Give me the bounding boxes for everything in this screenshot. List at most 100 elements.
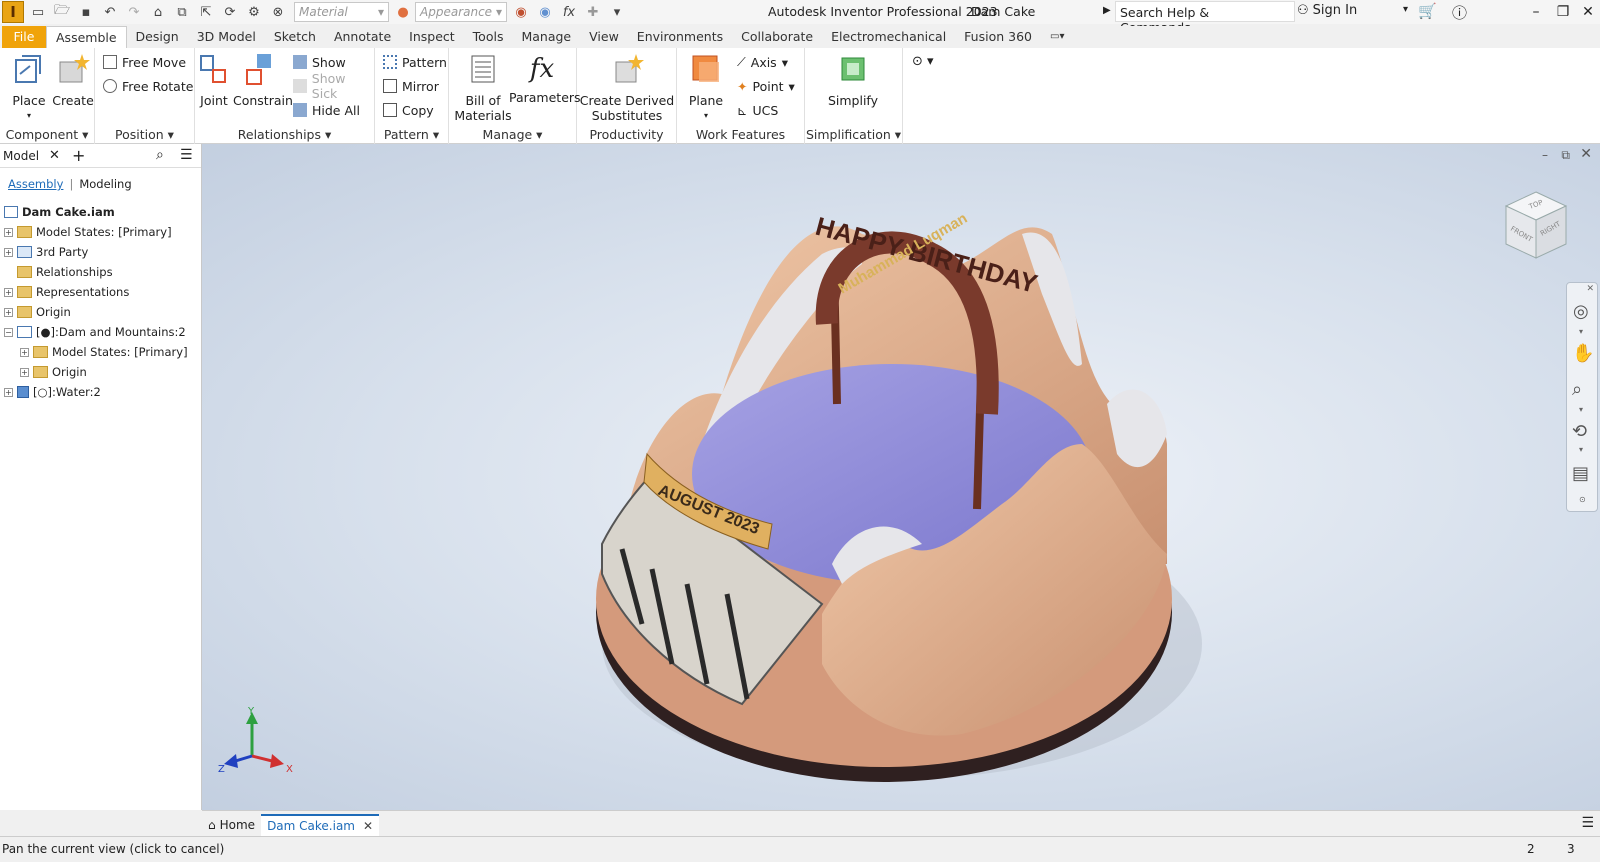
- expand-icon[interactable]: +: [4, 247, 13, 257]
- navbar-customize-icon[interactable]: ⊙: [1579, 495, 1586, 504]
- tab-fusion-360[interactable]: Fusion 360: [955, 26, 1041, 48]
- home-icon[interactable]: ⌂: [148, 3, 168, 21]
- tree-item[interactable]: + Model States: [Primary]: [0, 342, 201, 362]
- assembly-link[interactable]: Assembly: [8, 177, 63, 191]
- cancel-circle-icon[interactable]: ⊗: [268, 3, 288, 21]
- chevron-down-icon[interactable]: ▾: [1579, 327, 1583, 336]
- material-dropdown[interactable]: Material ▾: [294, 2, 389, 22]
- close-icon[interactable]: ✕: [49, 148, 60, 163]
- steering-wheel-icon[interactable]: ◎: [1573, 301, 1589, 322]
- point-button[interactable]: ✦ Point ▾: [737, 76, 795, 96]
- projects-icon[interactable]: ⧉: [172, 3, 192, 21]
- options-dropdown-icon[interactable]: ⊙ ▾: [912, 54, 934, 69]
- tab-manage[interactable]: Manage: [512, 26, 580, 48]
- undo-icon[interactable]: ↶: [100, 3, 120, 21]
- simplification-panel-label[interactable]: Simplification ▾: [805, 127, 902, 142]
- clear-appearance-icon[interactable]: ◉: [535, 3, 555, 21]
- save-icon[interactable]: ▪: [76, 3, 96, 21]
- new-file-icon[interactable]: ▭: [28, 3, 48, 21]
- browser-tab-model[interactable]: Model: [3, 149, 39, 163]
- create-derived-substitutes-button[interactable]: Create Derived Substitutes: [577, 52, 677, 123]
- tab-environments[interactable]: Environments: [628, 26, 732, 48]
- ribbon-options-icon[interactable]: ▭▾: [1041, 26, 1073, 48]
- redo-icon[interactable]: ↷: [124, 3, 144, 21]
- tree-item[interactable]: +3rd Party: [0, 242, 201, 262]
- appearance-dropdown[interactable]: Appearance ▾: [415, 2, 507, 22]
- parameters-button[interactable]: fx Parameters: [509, 52, 581, 105]
- free-rotate-button[interactable]: Free Rotate: [103, 76, 193, 96]
- copy-button[interactable]: Copy: [383, 100, 434, 120]
- tab-3d-model[interactable]: 3D Model: [188, 26, 265, 48]
- update-icon[interactable]: ⟳: [220, 3, 240, 21]
- graphics-viewport[interactable]: – ⧉ ✕ AUGUST 2023 HAPPY BIRTHDAY Muhamma…: [202, 144, 1600, 810]
- bill-of-materials-button[interactable]: Bill of Materials: [453, 52, 513, 123]
- tab-sketch[interactable]: Sketch: [265, 26, 325, 48]
- expand-icon[interactable]: +: [4, 307, 13, 317]
- create-button[interactable]: Create: [52, 52, 94, 108]
- position-panel-label[interactable]: Position ▾: [95, 127, 194, 142]
- tab-menu-icon[interactable]: ☰: [1581, 815, 1594, 831]
- tab-design[interactable]: Design: [127, 26, 188, 48]
- menu-icon[interactable]: ☰: [180, 147, 193, 163]
- expand-icon[interactable]: +: [20, 367, 29, 377]
- search-input[interactable]: Search Help & Commands...: [1115, 1, 1295, 35]
- plane-button[interactable]: Plane ▾: [681, 52, 731, 123]
- pattern-button[interactable]: Pattern: [383, 52, 447, 72]
- select-icon[interactable]: ⇱: [196, 3, 216, 21]
- close-icon[interactable]: ✕: [1578, 2, 1598, 22]
- home-tab[interactable]: ⌂ Home: [202, 814, 261, 836]
- view-cube[interactable]: TOP FRONT RIGHT: [1500, 186, 1572, 266]
- look-at-icon[interactable]: ▤: [1572, 463, 1589, 484]
- show-sick-button[interactable]: Show Sick: [293, 71, 374, 101]
- tab-view[interactable]: View: [580, 26, 628, 48]
- navbar-close-icon[interactable]: ✕: [1586, 284, 1594, 294]
- mirror-button[interactable]: Mirror: [383, 76, 439, 96]
- inventor-logo[interactable]: I: [2, 1, 24, 23]
- search-icon[interactable]: ⌕: [156, 147, 164, 163]
- manage-panel-label[interactable]: Manage ▾: [449, 127, 576, 142]
- tab-tools[interactable]: Tools: [464, 26, 513, 48]
- expand-icon[interactable]: +: [4, 287, 13, 297]
- rebuild-icon[interactable]: ⚙: [244, 3, 264, 21]
- open-folder-icon[interactable]: 🗁: [52, 3, 72, 21]
- tree-item[interactable]: + Origin: [0, 362, 201, 382]
- sign-in-button[interactable]: ⚇ Sign In: [1297, 3, 1357, 18]
- expand-icon[interactable]: +: [4, 387, 13, 397]
- cart-icon[interactable]: 🛒: [1418, 2, 1437, 20]
- axis-button[interactable]: ⟋ Axis ▾: [737, 52, 788, 72]
- adjust-appearance-icon[interactable]: ◉: [511, 3, 531, 21]
- close-icon[interactable]: ✕: [363, 819, 373, 833]
- fx-icon[interactable]: fx: [559, 3, 579, 21]
- tab-inspect[interactable]: Inspect: [400, 26, 464, 48]
- zoom-icon[interactable]: ⌕: [1572, 379, 1582, 400]
- free-move-button[interactable]: Free Move: [103, 52, 186, 72]
- component-panel-label[interactable]: Component ▾: [0, 127, 94, 142]
- tree-item[interactable]: + [○]:Water:2: [0, 382, 201, 402]
- chevron-down-icon[interactable]: ▾: [1579, 405, 1583, 414]
- expand-icon[interactable]: +: [20, 347, 29, 357]
- tree-item[interactable]: + Representations: [0, 282, 201, 302]
- tree-item[interactable]: + Model States: [Primary]: [0, 222, 201, 242]
- tree-root[interactable]: Dam Cake.iam: [0, 202, 201, 222]
- help-icon[interactable]: ⓘ: [1452, 2, 1467, 23]
- tab-file[interactable]: File: [2, 26, 46, 48]
- tab-annotate[interactable]: Annotate: [325, 26, 400, 48]
- document-tab-active[interactable]: Dam Cake.iam ✕: [261, 814, 380, 836]
- pan-hand-icon[interactable]: ✋: [1572, 343, 1594, 364]
- tree-item[interactable]: Relationships: [0, 262, 201, 282]
- collapse-icon[interactable]: −: [4, 327, 13, 337]
- place-button[interactable]: Place ▾: [8, 52, 50, 123]
- tree-item[interactable]: + Origin: [0, 302, 201, 322]
- chevron-down-icon[interactable]: ▾: [1403, 4, 1408, 15]
- orbit-icon[interactable]: ⟲: [1572, 421, 1587, 442]
- restore-icon[interactable]: ❐: [1553, 2, 1573, 22]
- minimize-icon[interactable]: –: [1526, 2, 1546, 22]
- customize-icon[interactable]: ▾: [607, 3, 627, 21]
- simplify-button[interactable]: Simplify: [823, 52, 883, 108]
- chevron-down-icon[interactable]: ▾: [1579, 445, 1583, 454]
- plus-icon[interactable]: ✚: [583, 3, 603, 21]
- constrain-button[interactable]: Constrain: [233, 52, 293, 108]
- pattern-panel-label[interactable]: Pattern ▾: [375, 127, 448, 142]
- show-button[interactable]: Show: [293, 52, 346, 72]
- add-tab-icon[interactable]: +: [72, 146, 85, 165]
